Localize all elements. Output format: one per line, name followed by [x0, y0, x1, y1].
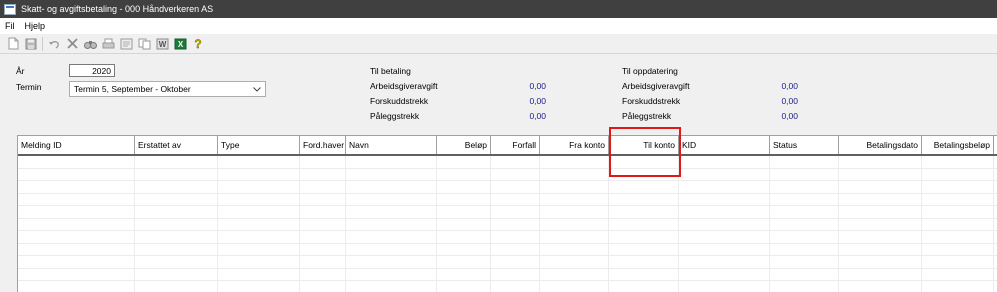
new-document-icon[interactable] — [4, 36, 22, 52]
column-header-type[interactable]: Type — [218, 136, 300, 154]
toolbar: W X ? — [0, 34, 997, 53]
table-row[interactable] — [18, 256, 997, 269]
table-row[interactable] — [18, 206, 997, 219]
column-header-belop[interactable]: Beløp — [437, 136, 491, 154]
termin-select[interactable]: Termin 5, September - Oktober — [69, 81, 266, 97]
til-betaling-forskuddstrekk-label: Forskuddstrekk — [370, 96, 429, 106]
termin-selected-value: Termin 5, September - Oktober — [74, 84, 191, 94]
delete-icon[interactable] — [63, 36, 81, 52]
save-icon[interactable] — [22, 36, 40, 52]
table-row[interactable] — [18, 156, 997, 169]
table-row[interactable] — [18, 281, 997, 292]
til-oppdatering-forskuddstrekk-value: 0,00 — [781, 96, 798, 106]
chevron-down-icon — [253, 84, 261, 94]
til-betaling-paleggstrekk-label: Påleggstrekk — [370, 111, 420, 121]
grid-body[interactable] — [18, 156, 997, 292]
til-oppdatering-forskuddstrekk-label: Forskuddstrekk — [622, 96, 681, 106]
column-header-betalingsdato[interactable]: Betalingsdato — [839, 136, 922, 154]
payments-grid[interactable]: Melding ID Erstattet av Type Ford.haver … — [17, 135, 997, 292]
toolbar-separator — [42, 36, 43, 51]
undo-icon[interactable] — [45, 36, 63, 52]
til-betaling-arbeidsgiveravgift-label: Arbeidsgiveravgift — [370, 81, 438, 91]
til-betaling-title: Til betaling — [370, 66, 411, 76]
termin-label: Termin — [16, 82, 42, 92]
year-label: År — [16, 66, 25, 76]
svg-text:W: W — [158, 40, 166, 49]
til-oppdatering-arbeidsgiveravgift-value: 0,00 — [781, 81, 798, 91]
table-row[interactable] — [18, 181, 997, 194]
title-bar: Skatt- og avgiftsbetaling - 000 Håndverk… — [0, 0, 997, 18]
table-row[interactable] — [18, 193, 997, 206]
til-oppdatering-title: Til oppdatering — [622, 66, 678, 76]
til-betaling-arbeidsgiveravgift-value: 0,00 — [529, 81, 546, 91]
svg-text:X: X — [177, 40, 183, 49]
column-header-kid[interactable]: KID — [679, 136, 770, 154]
menu-hjelp[interactable]: Hjelp — [20, 21, 51, 31]
til-oppdatering-arbeidsgiveravgift-label: Arbeidsgiveravgift — [622, 81, 690, 91]
help-icon[interactable]: ? — [189, 36, 207, 52]
column-header-melding-id[interactable]: Melding ID — [18, 136, 135, 154]
column-header-forfall[interactable]: Forfall — [491, 136, 540, 154]
excel-icon[interactable]: X — [171, 36, 189, 52]
print-preview-icon[interactable] — [117, 36, 135, 52]
grid-header: Melding ID Erstattet av Type Ford.haver … — [18, 136, 997, 156]
column-header-betalingsbelop[interactable]: Betalingsbeløp — [922, 136, 994, 154]
menu-fil[interactable]: Fil — [0, 21, 20, 31]
print-icon[interactable] — [99, 36, 117, 52]
column-header-fra-konto[interactable]: Fra konto — [540, 136, 609, 154]
table-row[interactable] — [18, 268, 997, 281]
til-oppdatering-paleggstrekk-label: Påleggstrekk — [622, 111, 672, 121]
window-title: Skatt- og avgiftsbetaling - 000 Håndverk… — [21, 4, 214, 14]
table-row[interactable] — [18, 168, 997, 181]
copy-icon[interactable] — [135, 36, 153, 52]
table-row[interactable] — [18, 231, 997, 244]
toolbar-divider — [0, 53, 997, 54]
column-header-navn[interactable]: Navn — [346, 136, 437, 154]
til-oppdatering-paleggstrekk-value: 0,00 — [781, 111, 798, 121]
year-input[interactable] — [69, 64, 115, 77]
column-header-ford-haver[interactable]: Ford.haver — [300, 136, 346, 154]
find-icon[interactable] — [81, 36, 99, 52]
app-window-icon — [4, 3, 16, 15]
column-header-status[interactable]: Status — [770, 136, 839, 154]
menu-bar: Fil Hjelp — [0, 18, 997, 34]
table-row[interactable] — [18, 218, 997, 231]
column-header-til-konto[interactable]: Til konto — [609, 136, 679, 154]
til-betaling-paleggstrekk-value: 0,00 — [529, 111, 546, 121]
svg-text:?: ? — [194, 37, 201, 50]
word-icon[interactable]: W — [153, 36, 171, 52]
column-header-erstattet-av[interactable]: Erstattet av — [135, 136, 218, 154]
table-row[interactable] — [18, 243, 997, 256]
til-betaling-forskuddstrekk-value: 0,00 — [529, 96, 546, 106]
